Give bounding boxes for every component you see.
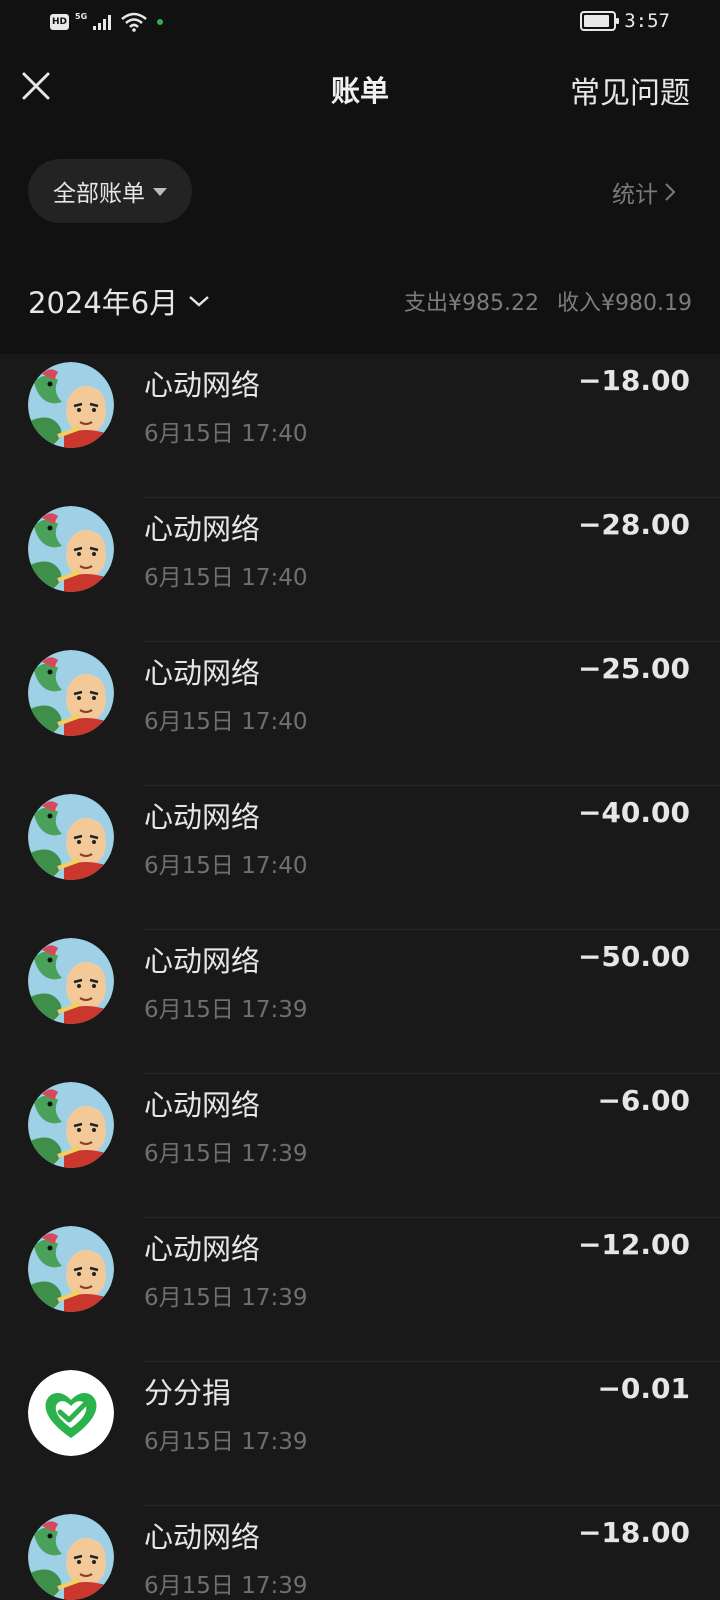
wifi-icon xyxy=(121,12,147,32)
transaction-amount: −18.00 xyxy=(577,364,690,397)
transaction-row[interactable]: 心动网络 6月15日 17:39 −6.00 xyxy=(0,1074,720,1218)
transaction-row[interactable]: 心动网络 6月15日 17:40 −18.00 xyxy=(0,354,720,498)
status-left: HD 5G xyxy=(50,11,164,32)
merchant-name: 心动网络 xyxy=(144,1520,261,1554)
month-label: 2024年6月 xyxy=(28,286,179,320)
transaction-amount: −12.00 xyxy=(577,1228,690,1261)
transaction-row[interactable]: 心动网络 6月15日 17:40 −40.00 xyxy=(0,786,720,930)
merchant-name: 心动网络 xyxy=(144,944,261,978)
transaction-amount: −28.00 xyxy=(577,508,690,541)
transaction-time: 6月15日 17:40 xyxy=(144,853,308,879)
bill-screen: HD 5G 3:57 账单 常见问题 全部账单 统计 2024年6月 支出¥98… xyxy=(0,0,720,1600)
stats-link[interactable]: 统计 xyxy=(612,175,676,209)
network-type: 5G xyxy=(75,11,88,21)
transaction-time: 6月15日 17:39 xyxy=(144,1285,308,1311)
transaction-row[interactable]: 心动网络 6月15日 17:40 −28.00 xyxy=(0,498,720,642)
merchant-avatar xyxy=(28,1370,114,1456)
merchant-avatar xyxy=(28,506,114,592)
merchant-avatar xyxy=(28,794,114,880)
transaction-time: 6月15日 17:40 xyxy=(144,709,308,735)
transaction-row[interactable]: 心动网络 6月15日 17:39 −18.00 xyxy=(0,1506,720,1600)
month-header: 2024年6月 支出¥985.22 收入¥980.19 xyxy=(0,250,720,354)
filter-label: 全部账单 xyxy=(53,181,145,207)
merchant-avatar xyxy=(28,1514,114,1600)
merchant-avatar xyxy=(28,938,114,1024)
month-summary: 支出¥985.22 收入¥980.19 xyxy=(404,285,692,317)
signal-icon xyxy=(93,15,112,30)
merchant-name: 心动网络 xyxy=(144,512,261,546)
transaction-amount: −18.00 xyxy=(577,1516,690,1549)
game-character-avatar-icon xyxy=(28,1514,114,1600)
transaction-time: 6月15日 17:39 xyxy=(144,1141,308,1167)
status-time: 3:57 xyxy=(624,10,670,32)
caret-down-icon xyxy=(153,188,167,196)
merchant-name: 心动网络 xyxy=(144,656,261,690)
hd-badge: HD xyxy=(50,14,69,30)
green-heart-logo-icon xyxy=(28,1370,114,1456)
transaction-time: 6月15日 17:40 xyxy=(144,421,308,447)
activity-dot-icon xyxy=(157,19,164,25)
status-bar: HD 5G 3:57 xyxy=(0,0,720,44)
game-character-avatar-icon xyxy=(28,1226,114,1312)
merchant-name: 心动网络 xyxy=(144,1088,261,1122)
battery-level xyxy=(584,15,610,27)
transaction-row[interactable]: 心动网络 6月15日 17:39 −50.00 xyxy=(0,930,720,1074)
game-character-avatar-icon xyxy=(28,938,114,1024)
merchant-name: 心动网络 xyxy=(144,1232,261,1266)
status-right: 3:57 xyxy=(580,10,670,32)
merchant-name: 分分捐 xyxy=(144,1376,232,1410)
transaction-time: 6月15日 17:39 xyxy=(144,997,308,1023)
expense-total: 支出¥985.22 xyxy=(404,291,540,316)
filter-row: 全部账单 统计 xyxy=(0,155,720,225)
transaction-amount: −40.00 xyxy=(577,796,690,829)
nav-bar: 账单 常见问题 xyxy=(0,44,720,134)
transaction-amount: −25.00 xyxy=(577,652,690,685)
transaction-list: 心动网络 6月15日 17:40 −18.00 心动网络 6月15日 17:40 −28.… xyxy=(0,354,720,1600)
transaction-row[interactable]: 心动网络 6月15日 17:40 −25.00 xyxy=(0,642,720,786)
transaction-row[interactable]: 心动网络 6月15日 17:39 −12.00 xyxy=(0,1218,720,1362)
faq-link[interactable]: 常见问题 xyxy=(570,68,690,112)
month-selector[interactable]: 2024年6月 xyxy=(28,280,210,322)
game-character-avatar-icon xyxy=(28,650,114,736)
merchant-avatar xyxy=(28,362,114,448)
chevron-down-icon xyxy=(189,296,210,307)
game-character-avatar-icon xyxy=(28,794,114,880)
transaction-amount: −50.00 xyxy=(577,940,690,973)
transaction-amount: −6.00 xyxy=(597,1084,690,1117)
merchant-name: 心动网络 xyxy=(144,368,261,402)
income-total: 收入¥980.19 xyxy=(557,291,692,316)
merchant-avatar xyxy=(28,650,114,736)
game-character-avatar-icon xyxy=(28,1082,114,1168)
transaction-time: 6月15日 17:39 xyxy=(144,1573,308,1599)
bill-filter-dropdown[interactable]: 全部账单 xyxy=(28,159,192,223)
transaction-row[interactable]: 分分捐 6月15日 17:39 −0.01 xyxy=(0,1362,720,1506)
transaction-time: 6月15日 17:40 xyxy=(144,565,308,591)
merchant-avatar xyxy=(28,1226,114,1312)
chevron-right-icon xyxy=(665,183,676,201)
stats-label: 统计 xyxy=(612,182,658,208)
transaction-amount: −0.01 xyxy=(597,1372,690,1405)
game-character-avatar-icon xyxy=(28,506,114,592)
transaction-time: 6月15日 17:39 xyxy=(144,1429,308,1455)
battery-icon xyxy=(580,11,620,31)
merchant-avatar xyxy=(28,1082,114,1168)
game-character-avatar-icon xyxy=(28,362,114,448)
merchant-name: 心动网络 xyxy=(144,800,261,834)
